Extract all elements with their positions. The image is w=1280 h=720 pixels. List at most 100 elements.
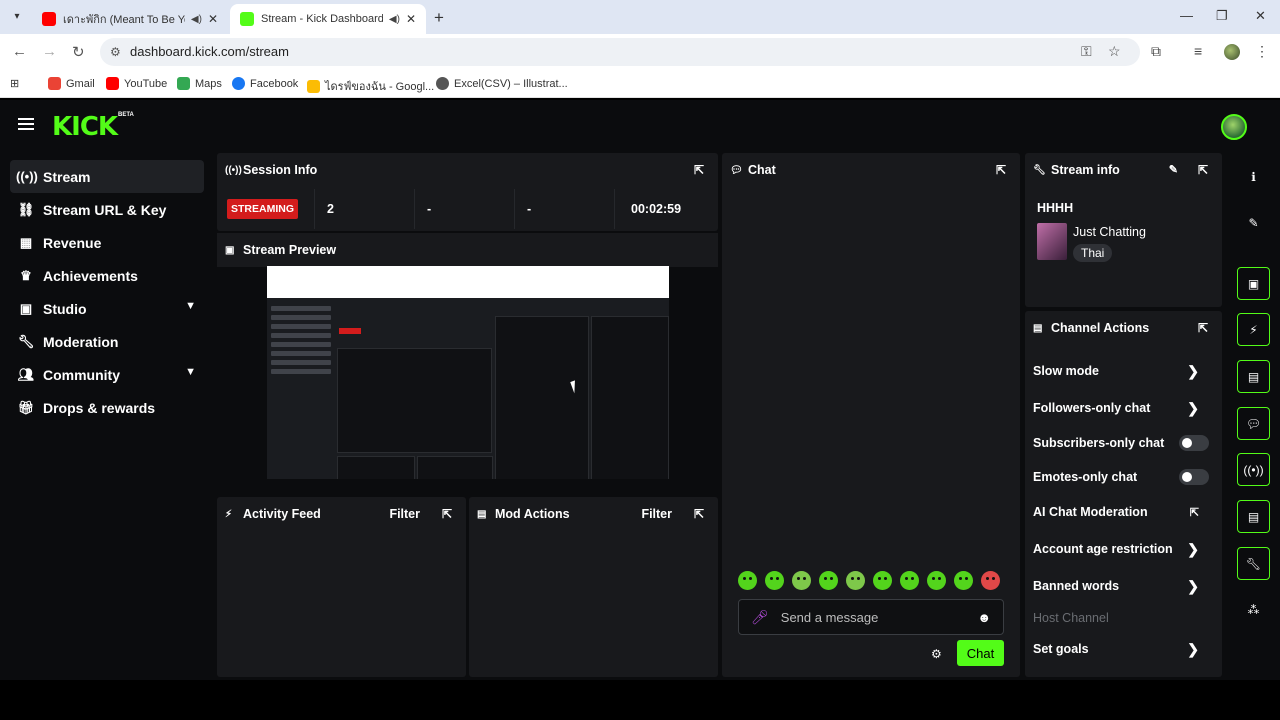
maximize-icon[interactable]: ❐ (1216, 8, 1228, 24)
sidebar-item-achievements[interactable]: ♛ Achievements (10, 259, 204, 292)
media-control-icon[interactable]: ≡ (1194, 43, 1202, 59)
back-icon[interactable]: ← (12, 43, 27, 60)
new-tab-icon[interactable]: + (434, 8, 444, 28)
bookmark-facebook[interactable]: Facebook (232, 77, 298, 90)
bookmarks-bar: ⊞ Gmail YouTube Maps Facebook ไดรฟ์ของฉั… (0, 70, 1280, 98)
chevron-right-icon[interactable]: ❯ (1187, 541, 1199, 558)
preview-mini-panel (495, 316, 589, 479)
popout-icon[interactable]: ⇱ (442, 507, 452, 521)
user-avatar[interactable] (1221, 114, 1247, 140)
edit-pencil-icon[interactable]: ✎ (1237, 206, 1270, 239)
kick-logo[interactable]: KICK (52, 112, 118, 142)
menu-icon[interactable] (18, 118, 34, 130)
sidebar-item-community[interactable]: 👥︎ Community ▼ (10, 358, 204, 391)
sidebar-item-moderation[interactable]: 🔧︎ Moderation (10, 325, 204, 358)
emote-icon[interactable] (792, 571, 811, 590)
bookmark-star-icon[interactable]: ☆ (1108, 43, 1121, 60)
browser-menu-icon[interactable]: ⋮ (1255, 43, 1269, 60)
tab-search-icon[interactable]: ▾ (8, 8, 26, 26)
sidebar-item-studio[interactable]: ▣ Studio ▼ (10, 292, 204, 325)
bookmark-maps[interactable]: Maps (177, 77, 222, 90)
bookmark-label: Excel(CSV) – Illustrat... (454, 77, 568, 90)
url-field[interactable]: ⚙ dashboard.kick.com/stream (100, 38, 1140, 66)
action-set-goals[interactable]: Set goals ❯ (1033, 638, 1213, 660)
edit-pencil-icon[interactable]: ✎ (1169, 163, 1178, 176)
forward-icon[interactable]: → (42, 43, 57, 60)
chat-message-input[interactable]: 🎤︎ Send a message ☻ (738, 599, 1004, 635)
bookmark-label: Facebook (250, 77, 299, 90)
action-subscribers-only[interactable]: Subscribers-only chat (1033, 432, 1219, 454)
browser-profile-avatar[interactable] (1224, 44, 1240, 60)
channel-actions-toggle-icon[interactable]: ▤ (1237, 500, 1270, 533)
browser-tab-youtube[interactable]: เดาะพักิก (Meant To Be Your ◀) ✕ (32, 4, 228, 34)
stream-info-toggle-icon[interactable]: 🔧︎ (1237, 547, 1270, 580)
bookmark-excel[interactable]: Excel(CSV) – Illustrat... (436, 77, 568, 90)
popout-icon[interactable]: ⇱ (1198, 321, 1208, 335)
close-tab-icon[interactable]: ✕ (208, 12, 218, 26)
sidebar-item-stream-url-key[interactable]: ⛓ Stream URL & Key (10, 193, 204, 226)
action-ai-moderation[interactable]: AI Chat Moderation ⇱ (1033, 501, 1213, 523)
bookmark-drive[interactable]: ไดรฟ์ของฉัน - Googl... (307, 77, 434, 95)
browser-tab-kick[interactable]: Stream - Kick Dashboard ◀) ✕ (230, 4, 426, 34)
emote-icon[interactable] (846, 571, 865, 590)
chevron-down-icon[interactable]: ▼ (185, 366, 196, 378)
emotes-only-toggle[interactable] (1179, 469, 1209, 485)
password-key-icon[interactable]: ⚿ (1081, 43, 1092, 60)
popout-icon[interactable]: ⇱ (1198, 163, 1208, 177)
minimize-icon[interactable]: — (1180, 8, 1193, 23)
session-toggle-icon[interactable]: ((•)) (1237, 453, 1270, 486)
bookmark-youtube[interactable]: YouTube (106, 77, 167, 90)
action-emotes-only[interactable]: Emotes-only chat (1033, 466, 1219, 488)
action-account-age[interactable]: Account age restriction ❯ (1033, 538, 1213, 560)
emote-icon[interactable] (873, 571, 892, 590)
microphone-icon[interactable]: 🎤︎ (751, 609, 769, 626)
chevron-down-icon[interactable]: ▼ (185, 300, 196, 312)
emote-icon[interactable] (738, 571, 757, 590)
stream-preview-video[interactable] (267, 266, 669, 479)
bookmark-gmail[interactable]: Gmail (48, 77, 95, 90)
action-slow-mode[interactable]: Slow mode ❯ (1033, 360, 1213, 382)
activity-toggle-icon[interactable]: ⚡︎ (1237, 313, 1270, 346)
send-chat-button[interactable]: Chat (957, 640, 1004, 666)
info-icon[interactable]: ℹ (1237, 160, 1270, 193)
emote-icon[interactable] (981, 571, 1000, 590)
popout-icon[interactable]: ⇱ (694, 507, 704, 521)
panel-header: ((•)) Session Info ⇱ (217, 153, 718, 187)
popout-icon[interactable]: ⇱ (996, 163, 1006, 177)
sidebar-item-drops-rewards[interactable]: 🎁︎ Drops & rewards (10, 391, 204, 424)
preview-toggle-icon[interactable]: ▣ (1237, 267, 1270, 300)
close-tab-icon[interactable]: ✕ (406, 12, 416, 26)
emote-icon[interactable] (927, 571, 946, 590)
chevron-right-icon[interactable]: ❯ (1187, 641, 1199, 658)
bookmark-label: ไดรฟ์ของฉัน - Googl... (325, 81, 435, 93)
emote-icon[interactable] (765, 571, 784, 590)
emote-icon[interactable] (900, 571, 919, 590)
mod-actions-toggle-icon[interactable]: ▤ (1237, 360, 1270, 393)
site-info-icon[interactable]: ⚙ (110, 38, 121, 66)
extensions-icon[interactable]: ⧉ (1151, 43, 1161, 60)
sidebar-item-stream[interactable]: ((•)) Stream (10, 160, 204, 193)
chevron-right-icon[interactable]: ❯ (1187, 363, 1199, 380)
category-name[interactable]: Just Chatting (1073, 225, 1146, 239)
filter-button[interactable]: Filter (389, 507, 420, 521)
sidebar-item-revenue[interactable]: ▦ Revenue (10, 226, 204, 259)
apps-grid-icon[interactable]: ⊞ (10, 77, 19, 90)
close-window-icon[interactable]: ✕ (1255, 8, 1266, 24)
url-text: dashboard.kick.com/stream (130, 44, 289, 59)
emote-icon[interactable] (954, 571, 973, 590)
popout-icon[interactable]: ⇱ (694, 163, 704, 177)
panel-header: ⚡︎ Activity Feed Filter ⇱ (217, 497, 466, 531)
chat-toggle-icon[interactable]: 💬︎ (1237, 407, 1270, 440)
gear-icon[interactable]: ⚙ (931, 647, 942, 661)
action-followers-only[interactable]: Followers-only chat ❯ (1033, 397, 1213, 419)
reload-icon[interactable]: ↻ (72, 43, 85, 61)
action-banned-words[interactable]: Banned words ❯ (1033, 575, 1213, 597)
emoji-icon[interactable]: ☻ (977, 610, 991, 625)
external-link-icon[interactable]: ⇱ (1190, 506, 1199, 519)
chevron-right-icon[interactable]: ❯ (1187, 400, 1199, 417)
layout-icon[interactable]: ⁂ (1237, 593, 1270, 626)
emote-icon[interactable] (819, 571, 838, 590)
subscribers-only-toggle[interactable] (1179, 435, 1209, 451)
chevron-right-icon[interactable]: ❯ (1187, 578, 1199, 595)
filter-button[interactable]: Filter (641, 507, 672, 521)
